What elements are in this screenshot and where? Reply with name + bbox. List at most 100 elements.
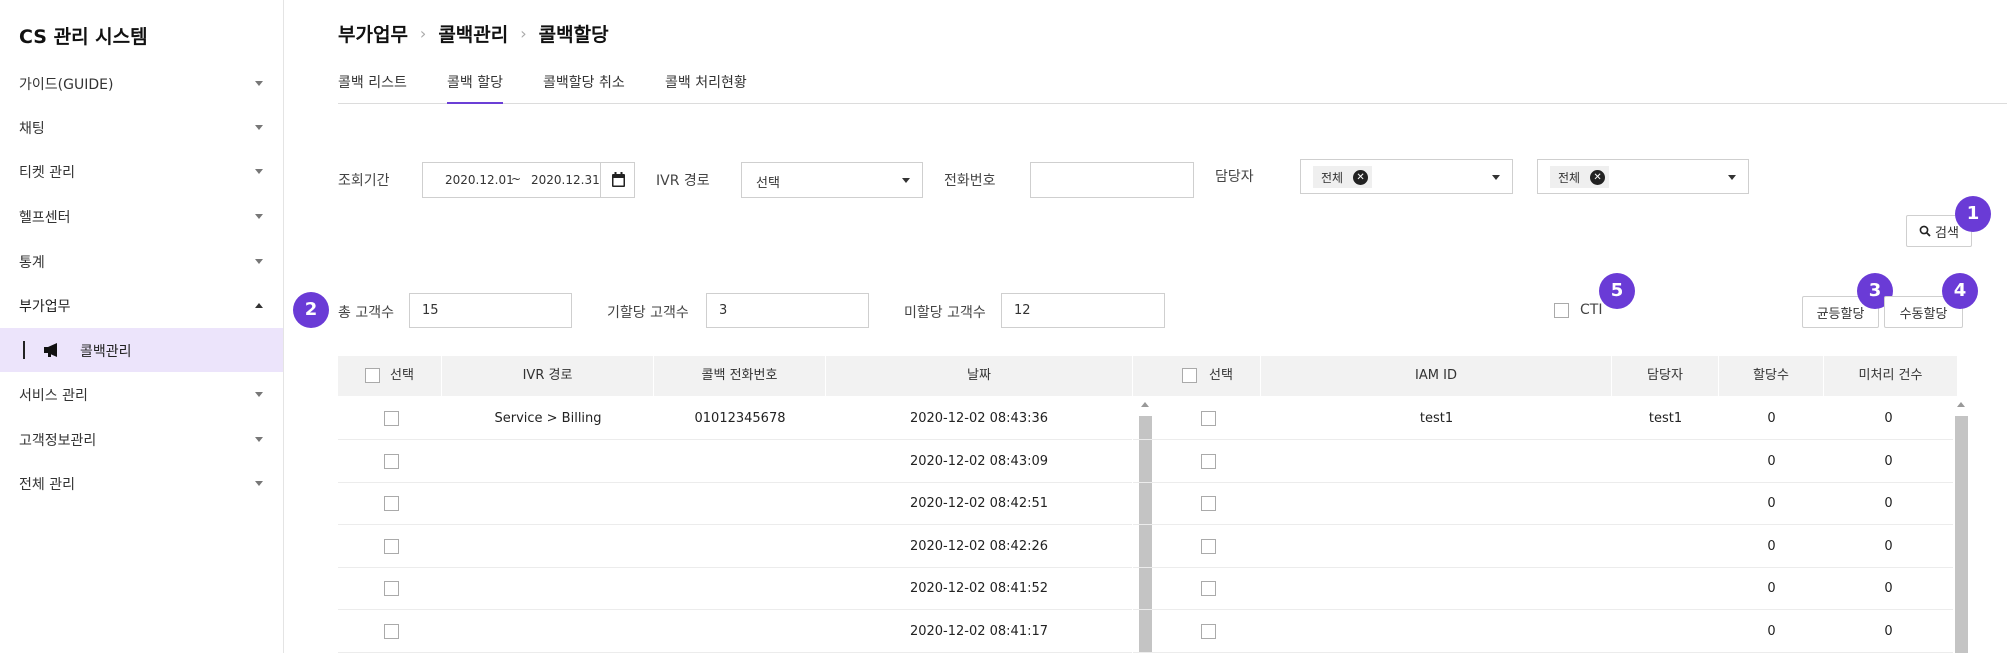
chevron-down-icon [255, 481, 263, 486]
cell-date: 2020-12-02 08:42:51 [909, 496, 1049, 511]
cell-pending-count: 0 [1884, 538, 1893, 554]
chevron-right-icon: › [419, 24, 427, 43]
agent-chip: 전체 ✕ [1550, 166, 1610, 188]
table-row[interactable]: 2020-12-02 08:41:52 [338, 568, 1132, 610]
table-row[interactable]: 2020-12-02 08:42:26 [338, 526, 1132, 568]
chevron-right-icon: › [520, 24, 527, 43]
phone-input[interactable] [1030, 162, 1194, 198]
unassigned-customers-label: 미할당 고객수 [904, 305, 986, 321]
agent-select-2[interactable]: 전체 ✕ [1537, 159, 1749, 194]
table-row[interactable]: 2020-12-02 08:41:17 [338, 611, 1132, 653]
date-from: 2020.12.01 [445, 173, 514, 187]
assigned-customers-label: 기할당 고객수 [607, 305, 689, 321]
row-checkbox[interactable] [1201, 453, 1216, 469]
table-row[interactable]: 00 [1133, 611, 1953, 653]
row-checkbox[interactable] [1201, 538, 1216, 554]
breadcrumb-item[interactable]: 콜백관리 [438, 20, 508, 47]
total-customers-field[interactable]: 15 [409, 293, 572, 328]
sidebar-item-ticket[interactable]: 티켓 관리 [0, 150, 283, 194]
cell-callback-phone [654, 526, 826, 568]
unassigned-customers-field[interactable]: 12 [1001, 293, 1165, 328]
cti-checkbox[interactable] [1554, 303, 1569, 318]
sidebar-item-stats[interactable]: 통계 [0, 240, 283, 284]
cell-ivr [442, 441, 654, 483]
ivr-select[interactable]: 선택 [741, 162, 923, 198]
table-row[interactable]: 00 [1133, 526, 1953, 568]
chevron-down-icon [902, 178, 910, 183]
cell-ivr [442, 526, 654, 568]
tab-callback-status[interactable]: 콜백 처리현황 [665, 72, 747, 104]
row-checkbox[interactable] [1201, 496, 1216, 511]
breadcrumb-item[interactable]: 부가업무 [338, 20, 408, 47]
assigned-customers-field[interactable]: 3 [706, 293, 869, 328]
select-all-checkbox[interactable] [1182, 368, 1197, 383]
step-badge-2: 2 [293, 292, 329, 328]
table-row[interactable]: 2020-12-02 08:42:51 [338, 483, 1132, 525]
cell-assigned-count: 0 [1767, 538, 1776, 554]
sidebar-item-service[interactable]: 서비스 관리 [0, 373, 283, 417]
sidebar-item-extra-work[interactable]: 부가업무 [0, 284, 283, 328]
table-row[interactable]: 00 [1133, 568, 1953, 610]
tab-callback-assign-cancel[interactable]: 콜백할당 취소 [543, 72, 625, 104]
row-checkbox[interactable] [384, 453, 399, 469]
cell-date: 2020-12-02 08:41:17 [909, 623, 1049, 639]
agent-select-1[interactable]: 전체 ✕ [1300, 159, 1513, 194]
row-checkbox[interactable] [384, 496, 399, 511]
sidebar-item-label: 헬프센터 [19, 210, 71, 226]
table-row[interactable]: 00 [1133, 441, 1953, 483]
table-row[interactable]: test1 test1 0 0 [1133, 398, 1953, 440]
sidebar-item-guide[interactable]: 가이드(GUIDE) [0, 62, 283, 106]
table-row[interactable]: 2020-12-02 08:43:09 [338, 441, 1132, 483]
row-checkbox[interactable] [384, 623, 399, 639]
row-checkbox[interactable] [384, 411, 399, 426]
calendar-icon [612, 172, 625, 187]
date-separator: ~ [511, 172, 522, 186]
sidebar-item-helpcenter[interactable]: 헬프센터 [0, 195, 283, 239]
table-row[interactable]: Service > Billing 01012345678 2020-12-02 0… [338, 398, 1132, 440]
table-row[interactable]: 00 [1133, 483, 1953, 525]
step-badge-5: 5 [1599, 273, 1635, 309]
select-all-checkbox[interactable] [365, 368, 380, 383]
row-checkbox[interactable] [1201, 581, 1216, 596]
scrollbar-thumb[interactable] [1955, 416, 1968, 653]
sidebar-item-chat[interactable]: 채팅 [0, 106, 283, 150]
cell-agent: test1 [1648, 411, 1683, 426]
cell-assigned-count: 0 [1767, 623, 1776, 639]
tab-callback-assign[interactable]: 콜백 할당 [447, 72, 503, 104]
sidebar-item-all[interactable]: 전체 관리 [0, 462, 283, 506]
chevron-down-icon [255, 392, 263, 397]
sidebar-item-customer[interactable]: 고객정보관리 [0, 418, 283, 462]
breadcrumb: 부가업무 › 콜백관리 › 콜백할당 [338, 20, 609, 47]
cell-iam-id [1261, 441, 1612, 483]
agent-chip-label: 전체 [1321, 170, 1344, 185]
row-checkbox[interactable] [384, 581, 399, 596]
sidebar-item-label: 서비스 관리 [19, 388, 88, 404]
sidebar-subitem-label: 콜백관리 [80, 344, 132, 360]
header-ivr: IVR 경로 [442, 356, 654, 396]
sidebar-subitem-callback[interactable]: 콜백관리 [0, 328, 283, 372]
row-checkbox[interactable] [384, 538, 399, 554]
app-title: CS 관리 시스템 [19, 26, 148, 48]
row-checkbox[interactable] [1201, 623, 1216, 639]
cell-assigned-count: 0 [1767, 453, 1776, 469]
phone-label: 전화번호 [944, 173, 996, 189]
cell-ivr [442, 568, 654, 610]
row-checkbox[interactable] [1201, 411, 1216, 426]
header-callback-phone: 콜백 전화번호 [654, 356, 826, 396]
sidebar-item-label: 통계 [19, 255, 45, 271]
calendar-button[interactable] [600, 162, 635, 198]
cell-pending-count: 0 [1884, 411, 1893, 426]
chevron-up-icon[interactable] [1957, 402, 1965, 407]
cell-callback-phone [654, 568, 826, 610]
close-icon[interactable]: ✕ [1353, 169, 1369, 185]
sidebar-item-label: 부가업무 [19, 299, 71, 315]
close-icon[interactable]: ✕ [1590, 169, 1606, 185]
chevron-down-icon [255, 81, 263, 86]
scrollbar[interactable] [1953, 398, 1969, 653]
cell-callback-phone: 01012345678 [694, 411, 786, 426]
chevron-down-icon [255, 214, 263, 219]
tab-callback-list[interactable]: 콜백 리스트 [338, 72, 407, 104]
chevron-down-icon [1492, 175, 1500, 180]
cell-assigned-count: 0 [1767, 411, 1776, 426]
sidebar-item-label: 전체 관리 [19, 477, 75, 493]
